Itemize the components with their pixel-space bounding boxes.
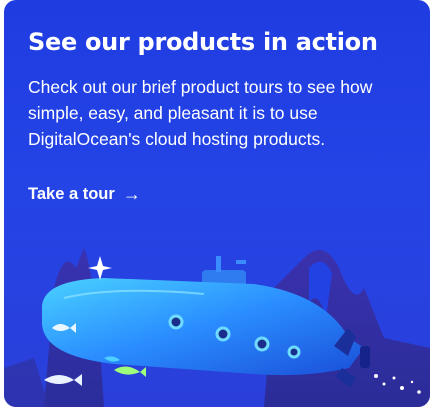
promo-title: See our products in action — [28, 28, 378, 56]
submarine-illustration — [4, 248, 430, 407]
promo-description: Check out our brief product tours to see… — [28, 77, 373, 149]
cta-label: Take a tour — [28, 185, 115, 203]
take-a-tour-link[interactable]: Take a tour → — [28, 184, 141, 205]
promo-card: See our products in action Check out our… — [4, 0, 430, 407]
sparkle-icon — [88, 256, 112, 280]
arrow-right-icon: → — [122, 184, 141, 204]
